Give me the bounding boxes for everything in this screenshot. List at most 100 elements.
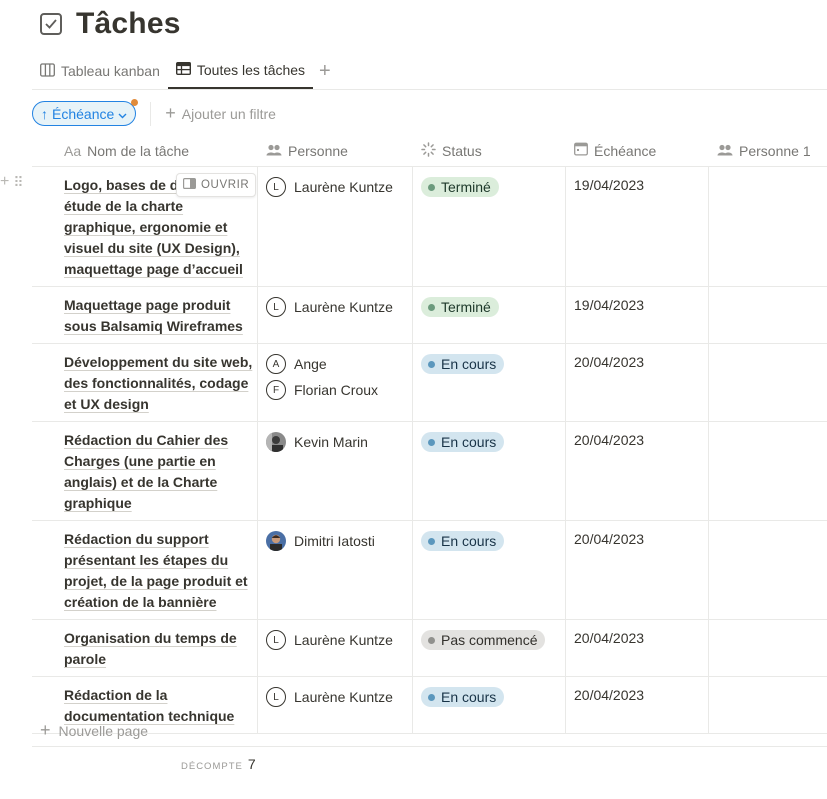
task-name[interactable]: Maquettage page produit sous Balsamiq Wir… <box>64 295 253 337</box>
row-handle: + ⠿ <box>0 173 24 191</box>
count-label: DÉCOMPTE <box>181 761 243 772</box>
task-name[interactable]: Organisation du temps de parole <box>64 628 253 670</box>
cell-status[interactable]: Terminé <box>413 287 566 343</box>
person-name: Kevin Marin <box>294 434 368 450</box>
due-date: 20/04/2023 <box>574 630 645 646</box>
cell-task-name[interactable]: Organisation du temps de parole <box>32 620 258 676</box>
cell-person-1[interactable] <box>709 344 827 421</box>
task-name[interactable]: Développement du site web, des fonctionna… <box>64 352 253 415</box>
tab-all-tasks[interactable]: Toutes les tâches <box>167 53 314 89</box>
cell-person[interactable]: L Laurène Kuntze <box>258 167 413 286</box>
status-badge[interactable]: Pas commencé <box>421 630 546 650</box>
person-name: Laurène Kuntze <box>294 299 393 315</box>
status-badge[interactable]: Terminé <box>421 297 499 317</box>
chevron-down-icon <box>118 106 127 122</box>
new-page-label: Nouvelle page <box>58 722 149 739</box>
task-name[interactable]: Rédaction du support présentant les étape… <box>64 529 253 613</box>
cell-due-date[interactable]: 20/04/2023 <box>566 620 709 676</box>
cell-due-date[interactable]: 20/04/2023 <box>566 521 709 619</box>
cell-status[interactable]: En cours <box>413 521 566 619</box>
cell-task-name[interactable]: Rédaction du support présentant les étape… <box>32 521 258 619</box>
avatar: L <box>266 177 286 197</box>
table-row[interactable]: Logo, bases de do étude de la charte graph… <box>0 167 827 287</box>
cell-person-1[interactable] <box>709 422 827 520</box>
person-chip[interactable]: L Laurène Kuntze <box>266 685 404 709</box>
cell-person-1[interactable] <box>709 167 827 286</box>
due-date: 20/04/2023 <box>574 531 645 547</box>
column-header-name[interactable]: Aa Nom de la tâche <box>32 135 258 166</box>
task-name[interactable]: Rédaction du Cahier des Charges (une part… <box>64 430 253 514</box>
person-name: Dimitri Iatosti <box>294 533 375 549</box>
status-badge[interactable]: En cours <box>421 687 505 707</box>
cell-status[interactable]: En cours <box>413 422 566 520</box>
page-title[interactable]: Tâches <box>76 7 181 41</box>
cell-person-1[interactable] <box>709 521 827 619</box>
task-name-line: Rédaction du support <box>64 531 209 547</box>
cell-person[interactable]: L Laurène Kuntze <box>258 620 413 676</box>
column-header-person[interactable]: Personne <box>258 135 413 166</box>
cell-person[interactable]: Dimitri Iatosti <box>258 521 413 619</box>
person-chip[interactable]: L Laurène Kuntze <box>266 175 404 199</box>
person-chip[interactable]: Kevin Marin <box>266 430 404 454</box>
open-label: OUVRIR <box>201 179 250 191</box>
count-value: 7 <box>247 756 256 772</box>
open-page-button[interactable]: OUVRIR <box>176 173 257 197</box>
avatar: A <box>266 354 286 374</box>
status-dot-icon <box>428 360 435 368</box>
divider <box>150 101 152 126</box>
person-chip[interactable]: L Laurène Kuntze <box>266 628 404 652</box>
row-count[interactable]: DÉCOMPTE 7 <box>181 756 256 772</box>
person-chip[interactable]: L Laurène Kuntze <box>266 295 404 319</box>
add-view-button[interactable]: + <box>313 53 337 89</box>
task-name-line: visuel du site (UX Design), <box>64 240 240 256</box>
cell-status[interactable]: Pas commencé <box>413 620 566 676</box>
status-badge[interactable]: En cours <box>421 432 505 452</box>
status-dot-icon <box>428 537 435 545</box>
avatar: F <box>266 380 286 400</box>
tab-kanban[interactable]: Tableau kanban <box>32 53 168 89</box>
sort-label: Échéance <box>52 105 115 122</box>
person-chip[interactable]: A Ange <box>266 352 404 376</box>
cell-person-1[interactable] <box>709 287 827 343</box>
cell-person[interactable]: L Laurène Kuntze <box>258 287 413 343</box>
person-chip[interactable]: Dimitri Iatosti <box>266 529 404 553</box>
cell-person-1[interactable] <box>709 620 827 676</box>
table-body: Logo, bases de do étude de la charte graph… <box>0 167 827 734</box>
cell-status[interactable]: En cours <box>413 344 566 421</box>
new-page-button[interactable]: + Nouvelle page <box>32 715 827 747</box>
table-row[interactable]: Rédaction du Cahier des Charges (une part… <box>32 422 827 521</box>
person-name: Ange <box>294 356 327 372</box>
cell-due-date[interactable]: 19/04/2023 <box>566 167 709 286</box>
cell-due-date[interactable]: 19/04/2023 <box>566 287 709 343</box>
add-row-icon[interactable]: + <box>0 173 9 191</box>
task-name-line: maquettage page d’accueil <box>64 261 243 277</box>
column-header-person-1[interactable]: Personne 1 <box>709 135 827 166</box>
column-header-status[interactable]: Status <box>413 135 566 166</box>
sort-pill-echeance[interactable]: ↑ Échéance <box>32 99 139 126</box>
cell-person[interactable]: Kevin Marin <box>258 422 413 520</box>
task-name-line: graphique, ergonomie et <box>64 219 228 235</box>
status-badge[interactable]: Terminé <box>421 177 499 197</box>
cell-task-name[interactable]: Logo, bases de do étude de la charte graph… <box>0 167 258 286</box>
table-row[interactable]: Rédaction du support présentant les étape… <box>32 521 827 620</box>
task-name-line: parole <box>64 651 107 667</box>
page-header: Tâches <box>40 4 181 44</box>
status-badge[interactable]: En cours <box>421 354 505 374</box>
person-chip[interactable]: F Florian Croux <box>266 378 404 402</box>
add-filter-button[interactable]: + Ajouter un filtre <box>165 103 276 124</box>
status-badge[interactable]: En cours <box>421 531 505 551</box>
cell-status[interactable]: Terminé <box>413 167 566 286</box>
cell-task-name[interactable]: Rédaction du Cahier des Charges (une part… <box>32 422 258 520</box>
view-tabs: Tableau kanban Toutes les tâches + <box>32 54 827 90</box>
table-row[interactable]: Maquettage page produit sous Balsamiq Wir… <box>32 287 827 344</box>
cell-due-date[interactable]: 20/04/2023 <box>566 344 709 421</box>
column-header-due[interactable]: Échéance <box>566 135 709 166</box>
cell-task-name[interactable]: Maquettage page produit sous Balsamiq Wir… <box>32 287 258 343</box>
table-row[interactable]: Organisation du temps de parole L Laurène K… <box>32 620 827 677</box>
cell-due-date[interactable]: 20/04/2023 <box>566 422 709 520</box>
task-name-line: des fonctionnalités, codage <box>64 375 249 391</box>
drag-handle-icon[interactable]: ⠿ <box>13 174 23 191</box>
cell-task-name[interactable]: Développement du site web, des fonctionna… <box>32 344 258 421</box>
table-row[interactable]: Développement du site web, des fonctionna… <box>32 344 827 422</box>
cell-person[interactable]: A Ange F Florian Croux <box>258 344 413 421</box>
